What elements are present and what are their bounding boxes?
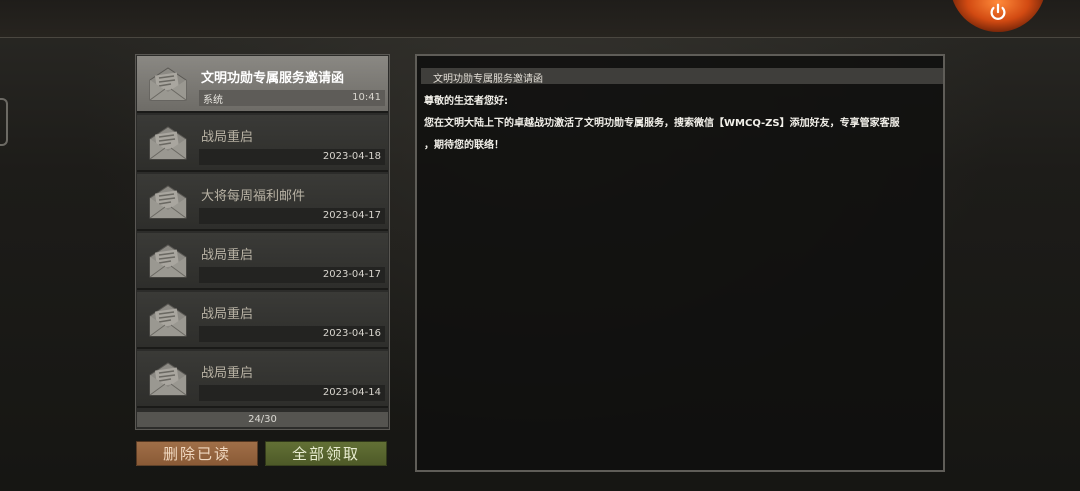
mail-meta-bar: 2023-04-17 bbox=[199, 208, 385, 224]
claim-all-button[interactable]: 全部领取 bbox=[265, 441, 387, 466]
mail-meta-bar: 系统 10:41 bbox=[199, 90, 385, 106]
mail-meta-bar: 2023-04-14 bbox=[199, 385, 385, 401]
mail-meta-bar: 2023-04-17 bbox=[199, 267, 385, 283]
mail-item[interactable]: 战局重启 2023-04-16 bbox=[137, 292, 388, 349]
mail-title: 文明功勋专属服务邀请函 bbox=[201, 71, 345, 86]
mail-item[interactable]: 文明功勋专属服务邀请函 系统 10:41 bbox=[137, 56, 388, 113]
mail-date: 2023-04-14 bbox=[322, 387, 381, 398]
delete-read-button[interactable]: 删除已读 bbox=[136, 441, 258, 466]
mail-title: 战局重启 bbox=[201, 366, 254, 381]
mail-envelope-icon bbox=[149, 362, 187, 396]
mail-body-line: ，期待您的联络！ bbox=[424, 140, 504, 151]
mail-meta-bar: 2023-04-18 bbox=[199, 149, 385, 165]
mail-item[interactable]: 战局重启 2023-04-17 bbox=[137, 233, 388, 290]
mail-envelope-icon bbox=[149, 67, 187, 101]
mail-greeting: 尊敬的生还者您好: bbox=[424, 96, 508, 107]
mail-meta-bar: 2023-04-16 bbox=[199, 326, 385, 342]
mail-date: 2023-04-17 bbox=[322, 269, 381, 280]
mail-sender: 系统 bbox=[203, 95, 223, 106]
mail-date: 2023-04-17 bbox=[322, 210, 381, 221]
mail-count: 24/30 bbox=[137, 412, 388, 427]
mail-body-line: 您在文明大陆上下的卓越战功激活了文明功勋专属服务，搜索微信【WMCQ-ZS】添加… bbox=[424, 118, 900, 129]
mail-detail-header: 文明功勋专属服务邀请函 bbox=[421, 68, 943, 85]
mail-envelope-icon bbox=[149, 126, 187, 160]
mail-detail-title: 文明功勋专属服务邀请函 bbox=[433, 74, 543, 85]
top-bar bbox=[0, 0, 1080, 38]
mail-title: 大将每周福利邮件 bbox=[201, 189, 306, 204]
mail-date: 2023-04-18 bbox=[322, 151, 381, 162]
mail-date: 10:41 bbox=[352, 92, 381, 103]
mail-envelope-icon bbox=[149, 303, 187, 337]
mail-item[interactable]: 大将每周福利邮件 2023-04-17 bbox=[137, 174, 388, 231]
mail-item[interactable]: 战局重启 2023-04-18 bbox=[137, 115, 388, 172]
mail-envelope-icon bbox=[149, 244, 187, 278]
mail-envelope-icon bbox=[149, 185, 187, 219]
mail-title: 战局重启 bbox=[201, 307, 254, 322]
mail-title: 战局重启 bbox=[201, 248, 254, 263]
mail-list: 文明功勋专属服务邀请函 系统 10:41 战局重启 2023-04-18 大将每… bbox=[135, 54, 390, 430]
side-panel-tab[interactable] bbox=[0, 98, 8, 146]
power-icon bbox=[990, 3, 1006, 20]
mail-item[interactable]: 战局重启 2023-04-14 bbox=[137, 351, 388, 408]
mail-date: 2023-04-16 bbox=[322, 328, 381, 339]
mail-detail-panel: 文明功勋专属服务邀请函 尊敬的生还者您好: 您在文明大陆上下的卓越战功激活了文明… bbox=[415, 54, 945, 472]
mail-title: 战局重启 bbox=[201, 130, 254, 145]
